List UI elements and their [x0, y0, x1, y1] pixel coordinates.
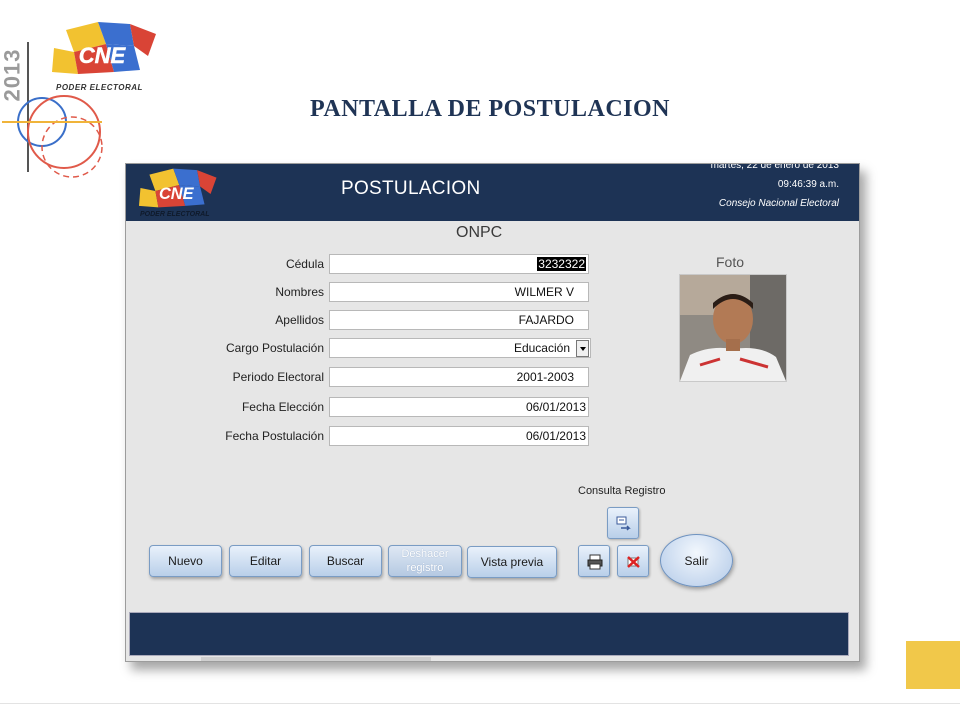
apellidos-field[interactable]: FAJARDO	[329, 310, 589, 330]
nombres-label: Nombres	[275, 285, 324, 299]
cargo-select[interactable]: Educación	[329, 338, 591, 358]
periodo-label: Periodo Electoral	[232, 370, 324, 384]
cedula-value: 3232322	[537, 257, 586, 271]
form-title: ONPC	[456, 224, 503, 241]
app-window: CNE PODER ELECTORAL POSTULACION martes, …	[125, 163, 860, 662]
print-button[interactable]	[578, 545, 610, 577]
status-bar	[129, 612, 849, 656]
fecha-postulacion-field[interactable]: 06/01/2013	[329, 426, 589, 446]
editar-button[interactable]: Editar	[229, 545, 302, 577]
header-time: 09:46:39 a.m.	[777, 179, 839, 190]
app-header: CNE PODER ELECTORAL POSTULACION martes, …	[126, 164, 859, 221]
cne-logo-subtitle: PODER ELECTORAL	[56, 83, 143, 92]
salir-button[interactable]: Salir	[660, 534, 733, 587]
header-organization: Consejo Nacional Electoral	[718, 198, 839, 209]
slide-title: PANTALLA DE POSTULACION	[310, 96, 670, 122]
person-photo-icon	[680, 275, 786, 381]
candidate-photo	[679, 274, 787, 382]
navigation-strip	[201, 657, 431, 661]
cne-logo-text: CNE	[79, 43, 127, 68]
cne-logo: CNE	[52, 22, 156, 74]
corner-accent	[906, 641, 960, 689]
vista-previa-button[interactable]: Vista previa	[467, 546, 557, 578]
divider	[0, 703, 960, 704]
delete-record-button[interactable]	[617, 545, 649, 577]
fecha-postulacion-label: Fecha Postulación	[225, 429, 324, 443]
cedula-field[interactable]: 3232322	[329, 254, 589, 274]
deshacer-registro-button[interactable]: Deshacer registro	[388, 545, 462, 577]
apellidos-label: Apellidos	[275, 313, 324, 327]
header-date: martes, 22 de enero de 2013	[710, 163, 839, 171]
cedula-label: Cédula	[285, 257, 324, 271]
header-cne-logo: CNE	[138, 168, 217, 208]
buscar-button[interactable]: Buscar	[309, 545, 382, 577]
search-records-icon	[616, 516, 631, 531]
consulta-registro-button[interactable]	[607, 507, 639, 539]
cargo-value: Educación	[513, 341, 570, 355]
delete-record-icon	[627, 556, 640, 568]
header-logo-subtitle: PODER ELECTORAL	[140, 211, 210, 218]
fecha-eleccion-field[interactable]: 06/01/2013	[329, 397, 589, 417]
periodo-field[interactable]: 2001-2003	[329, 367, 589, 387]
header-logo-text: CNE	[159, 185, 195, 203]
header-title: POSTULACION	[341, 178, 481, 199]
printer-icon	[587, 554, 603, 570]
cargo-label: Cargo Postulación	[225, 341, 324, 355]
nombres-field[interactable]: WILMER V	[329, 282, 589, 302]
fecha-eleccion-label: Fecha Elección	[241, 400, 324, 414]
consulta-label: Consulta Registro	[578, 485, 666, 497]
nuevo-button[interactable]: Nuevo	[149, 545, 222, 577]
chevron-down-icon[interactable]	[576, 340, 589, 357]
photo-label: Foto	[716, 254, 745, 270]
